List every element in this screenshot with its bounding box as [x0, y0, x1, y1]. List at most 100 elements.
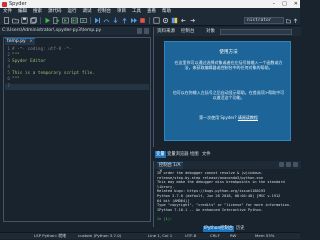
- menu-edit[interactable]: 编辑: [18, 8, 27, 15]
- open-folder-icon[interactable]: [12, 17, 19, 24]
- file-permissions: RW: [230, 233, 237, 238]
- run-icon[interactable]: [44, 17, 51, 24]
- code-line-current: 7: [5, 83, 149, 90]
- console-header: 控制台 1/A ×: [154, 161, 301, 174]
- menu-search[interactable]: 搜索: [33, 8, 42, 15]
- console-output[interactable]: In order the debugger cannot resolve & (…: [157, 171, 300, 222]
- minimize-button[interactable]: –: [273, 0, 276, 8]
- menubar: 文件 编辑 搜索 源代码 运行 调试 控制台 项目 工具 查看 帮助: [0, 8, 300, 15]
- ipython-console: 控制台 1/A × In order the debugger cannot r…: [153, 161, 301, 227]
- main-toolbar: nistrator: [0, 15, 300, 26]
- editor-tab-label: temp.py: [7, 39, 26, 44]
- source-select[interactable]: 控制台: [181, 27, 195, 36]
- step-return-icon[interactable]: [121, 17, 128, 24]
- line-endings: CRLF: [210, 233, 220, 238]
- code-editor[interactable]: 1 # -*- coding: utf-8 -*- 2 """ 3 Spyder Ed…: [5, 47, 149, 219]
- console-tab-label: 控制台 1/A: [159, 163, 181, 168]
- menu-debug[interactable]: 调试: [83, 8, 92, 15]
- python-env[interactable]: custom (Python 3.7.0): [78, 233, 121, 239]
- back-arrow-icon[interactable]: [180, 17, 187, 24]
- source-label: 资料来源: [157, 29, 175, 34]
- run-selection-icon[interactable]: [80, 17, 87, 24]
- tab-variable-explorer[interactable]: 变量浏览器: [166, 151, 189, 158]
- menu-source[interactable]: 源代码: [48, 8, 62, 15]
- help-paragraph-2: 也可以在你输入左括号之后自动显示帮助。在首选项>帮助中可以激活这个功能。: [172, 90, 285, 100]
- menu-view[interactable]: 查看: [147, 8, 156, 15]
- toolbar-separator: [90, 17, 91, 24]
- code-text: # -*- coding: utf-8 -*-: [12, 47, 72, 52]
- preferences-icon[interactable]: [162, 17, 169, 24]
- prompt-prefix: In [: [157, 216, 166, 221]
- cursor-position: Line 1, Col 1: [148, 233, 173, 238]
- lsp-status: LSP Python: 就绪: [34, 233, 67, 238]
- continue-icon[interactable]: [130, 17, 137, 24]
- close-tab-icon[interactable]: ×: [29, 39, 33, 45]
- save-icon[interactable]: [21, 17, 28, 24]
- console-options-icon[interactable]: [286, 162, 291, 167]
- console-tab[interactable]: 控制台 1/A ×: [157, 162, 183, 174]
- menu-tools[interactable]: 工具: [132, 8, 141, 15]
- console-line: This may make the debugger miss breakpoi…: [157, 180, 285, 185]
- help-paragraph-1: 在这里你可以通过选择对象或者在左括号前输入一个函数或方法，来获取编辑器或控制台中…: [174, 60, 283, 70]
- right-pane-tabs: 变量 变量浏览器 绘图 文件: [153, 150, 300, 159]
- window-titlebar: Spyder – □ ✕: [0, 0, 300, 8]
- run-file-icon[interactable]: [53, 17, 60, 24]
- console-menu-icon[interactable]: [293, 162, 298, 167]
- debug-icon[interactable]: [94, 17, 101, 24]
- tab-help[interactable]: 变量: [155, 151, 166, 158]
- file-encoding: UTF-8: [185, 233, 197, 238]
- parent-directory-icon[interactable]: [293, 18, 298, 24]
- tutorial-link[interactable]: 请阅读教程: [238, 115, 258, 120]
- help-paragraph-3: 第一次使用 Spyder? 请阅读教程: [171, 115, 286, 120]
- forward-arrow-icon[interactable]: [189, 17, 196, 24]
- save-all-icon[interactable]: [30, 17, 37, 24]
- run-cell-icon[interactable]: [62, 17, 69, 24]
- stop-kernel-icon[interactable]: [279, 162, 284, 167]
- tab-plots[interactable]: 绘图: [189, 151, 200, 158]
- editor-tab-temp[interactable]: temp.py ×: [5, 38, 35, 45]
- menu-projects[interactable]: 项目: [117, 8, 126, 15]
- object-label: 对象: [206, 29, 215, 34]
- tab-files[interactable]: 文件: [201, 151, 212, 158]
- line-number: 7: [7, 83, 10, 89]
- maximize-button[interactable]: □: [282, 0, 287, 8]
- menu-file[interactable]: 文件: [3, 8, 12, 15]
- prompt-suffix: ]:: [167, 216, 173, 221]
- editor-path-bar: C:\Users\Administrator\.spyder-py3\temp.…: [0, 27, 151, 35]
- stop-debug-icon[interactable]: [139, 17, 146, 24]
- window-controls: – □ ✕: [273, 0, 298, 8]
- run-cell-advance-icon[interactable]: [71, 17, 78, 24]
- step-icon[interactable]: [103, 17, 110, 24]
- maximize-pane-icon[interactable]: [153, 17, 160, 24]
- help-title: 使用方法: [219, 50, 238, 55]
- code-text: """: [12, 77, 20, 83]
- code-text: This is a temporary script file.: [12, 71, 95, 77]
- float-pane-icon[interactable]: [144, 28, 149, 34]
- window-title: Spyder: [9, 1, 27, 7]
- object-input[interactable]: [220, 28, 292, 35]
- menu-run[interactable]: 运行: [68, 8, 77, 15]
- path-bar-icons: [137, 28, 149, 34]
- menu-console[interactable]: 控制台: [98, 8, 112, 15]
- help-content: 使用方法 在这里你可以通过选择对象或者在左括号前输入一个函数或方法，来获取编辑器…: [164, 41, 291, 141]
- working-directory-field[interactable]: nistrator: [244, 17, 284, 24]
- python-path-icon[interactable]: [171, 17, 178, 24]
- new-file-icon[interactable]: [3, 17, 10, 24]
- help-pane: 资料来源 控制台 对象 使用方法 在这里你可以通过选择对象或者在左括号前输入一个…: [153, 27, 301, 147]
- help-pane-header: 资料来源 控制台 对象: [154, 27, 301, 36]
- file-path-label: C:\Users\Administrator\.spyder-py3\temp.…: [2, 28, 102, 33]
- help-prefix: 第一次使用 Spyder?: [199, 115, 237, 120]
- close-button[interactable]: ✕: [294, 0, 298, 8]
- console-line: Python 3.7.0 (default, Jun 28 2018, 08:0…: [157, 193, 281, 198]
- code-text: Spyder Editor: [12, 59, 46, 65]
- menu-help[interactable]: 帮助: [162, 8, 171, 15]
- console-prompt[interactable]: In [1]:: [157, 217, 300, 222]
- memory-usage: Mem 53%: [255, 233, 275, 238]
- console-toolbar-icons: [279, 162, 298, 167]
- options-icon[interactable]: [137, 28, 142, 34]
- toolbar-separator: [149, 17, 150, 24]
- browse-folder-icon[interactable]: [286, 18, 291, 24]
- spyder-app-icon: [2, 1, 7, 7]
- step-into-icon[interactable]: [112, 17, 119, 24]
- status-bar: LSP Python: 就绪 custom (Python 3.7.0) Lin…: [0, 232, 300, 239]
